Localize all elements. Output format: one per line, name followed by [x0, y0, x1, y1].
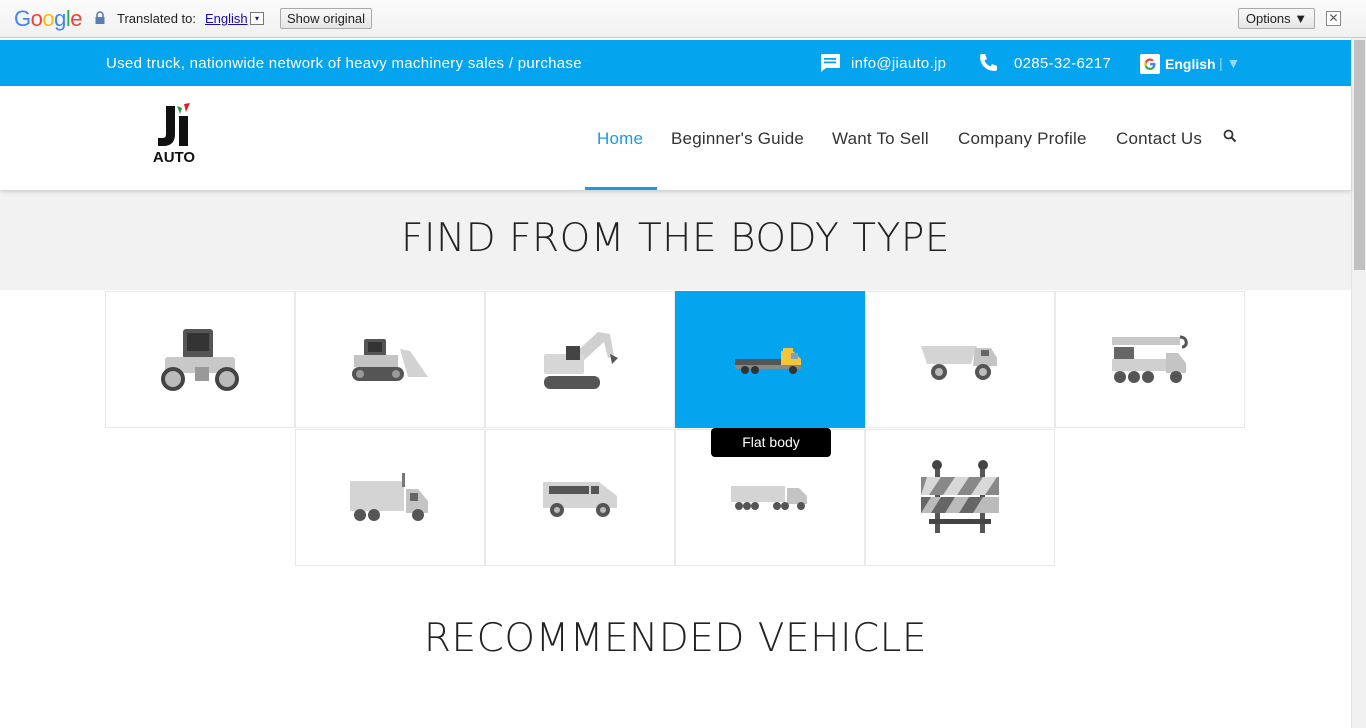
svg-text:AUTO: AUTO [153, 149, 196, 164]
options-button[interactable]: Options ▼ [1238, 8, 1315, 29]
body-type-van[interactable] [485, 429, 675, 566]
road-roller-icon [161, 328, 239, 391]
google-logo: Google [14, 6, 83, 31]
find-body-type-title: FIND FROM THE BODY TYPE [401, 216, 950, 261]
body-type-bulldozer[interactable] [295, 291, 485, 428]
close-translate-bar-button[interactable]: ✕ [1326, 11, 1341, 26]
scrollbar-thumb[interactable] [1354, 40, 1365, 270]
excavator-icon [544, 331, 618, 389]
nav-want-to-sell[interactable]: Want To Sell [832, 129, 929, 149]
message-icon [821, 54, 840, 72]
flat-body-truck-icon [735, 347, 801, 374]
nav-contact-us[interactable]: Contact Us [1116, 129, 1202, 149]
search-icon[interactable] [1223, 129, 1237, 143]
language-dropdown-arrow[interactable]: | ▼ [1219, 55, 1240, 71]
body-type-dump-truck[interactable] [865, 291, 1055, 428]
box-truck-icon [350, 472, 428, 521]
nav-active-indicator [585, 187, 657, 190]
trailer-truck-icon [731, 485, 807, 510]
body-type-tooltip: Flat body [711, 428, 831, 457]
van-icon [543, 481, 617, 517]
body-type-excavator[interactable] [485, 291, 675, 428]
body-type-flat-body[interactable] [675, 291, 865, 428]
google-translate-bar: Google Translated to: English ▾ Show ori… [0, 0, 1366, 38]
show-original-button[interactable]: Show original [280, 8, 373, 29]
nav-beginners-guide[interactable]: Beginner's Guide [671, 129, 804, 149]
crane-truck-icon [1112, 335, 1188, 383]
recommended-vehicle-title: RECOMMENDED VEHICLE [423, 616, 928, 661]
phone-icon [980, 54, 997, 71]
page-scrollbar[interactable] [1351, 38, 1366, 728]
translate-language-link[interactable]: English [205, 11, 248, 26]
google-g-icon[interactable] [1140, 54, 1160, 74]
translate-language-dropdown[interactable]: ▾ [250, 12, 264, 25]
body-type-other[interactable] [865, 429, 1055, 566]
body-type-road-roller[interactable] [105, 291, 295, 428]
site-header: AUTO Home Beginner's Guide Want To Sell … [0, 86, 1351, 190]
nav-company-profile[interactable]: Company Profile [958, 129, 1087, 149]
top-info-bar: Used truck, nationwide network of heavy … [0, 40, 1351, 86]
lock-icon [95, 11, 105, 24]
body-type-box-truck[interactable] [295, 429, 485, 566]
road-barrier-icon [921, 459, 999, 533]
bulldozer-icon [352, 338, 428, 381]
nav-home[interactable]: Home [597, 129, 643, 149]
dump-truck-icon [921, 345, 997, 380]
contact-phone[interactable]: 0285-32-6217 [1014, 55, 1111, 72]
language-selector[interactable]: English [1165, 56, 1216, 72]
translated-to-label: Translated to: [117, 11, 197, 26]
contact-email[interactable]: info@jiauto.jp [851, 55, 946, 72]
body-type-crane[interactable] [1055, 291, 1245, 428]
site-tagline: Used truck, nationwide network of heavy … [106, 55, 582, 72]
ji-auto-logo[interactable]: AUTO [146, 102, 202, 164]
